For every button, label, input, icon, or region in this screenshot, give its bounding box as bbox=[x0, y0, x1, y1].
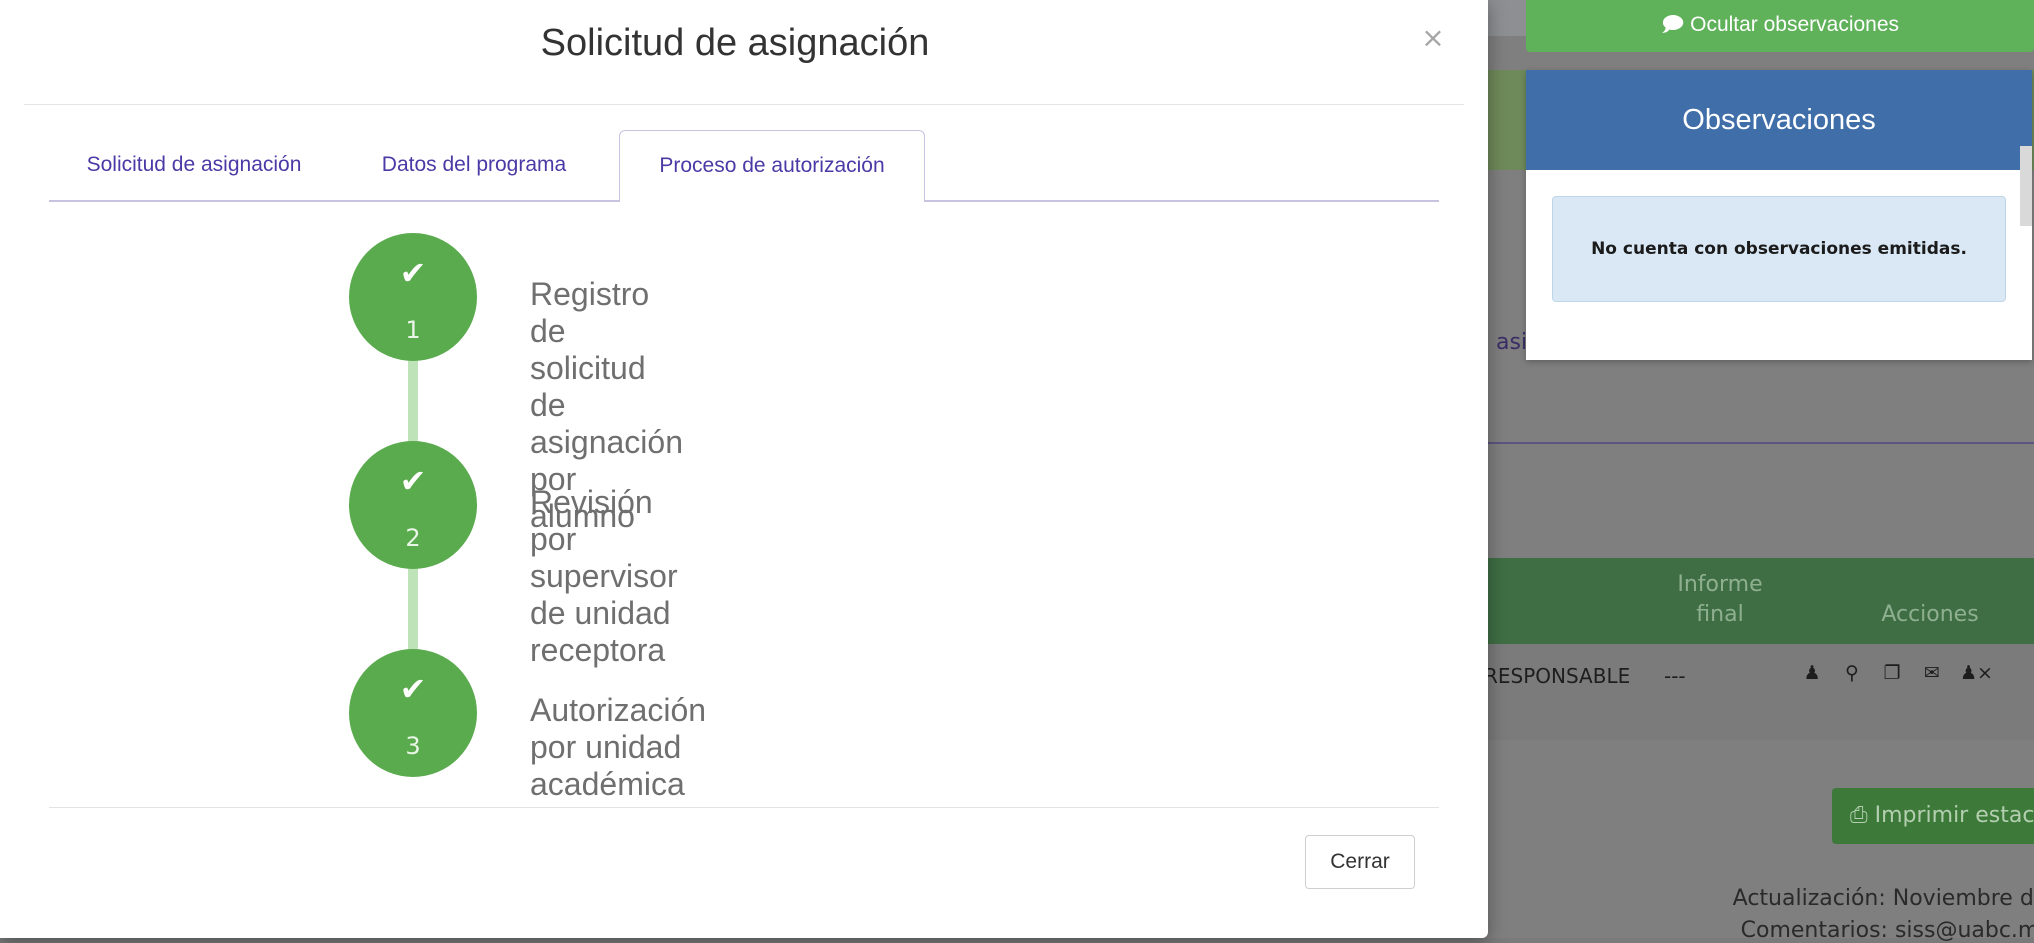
search-icon[interactable]: ⚲ bbox=[1840, 662, 1864, 684]
table-header-acciones: Acciones bbox=[1881, 602, 1979, 627]
background-text-fragment: asi bbox=[1496, 330, 1528, 355]
timeline-connector bbox=[408, 563, 418, 663]
modal-tabs: Solicitud de asignación Datos del progra… bbox=[49, 130, 1439, 202]
user-remove-icon[interactable]: ♟× bbox=[1960, 662, 1993, 684]
step-3-badge: ✔ 3 bbox=[349, 649, 477, 777]
print-button-label: Imprimir estac bbox=[1874, 803, 2034, 828]
assignment-request-modal: Solicitud de asignación × Solicitud de a… bbox=[0, 0, 1488, 938]
modal-title: Solicitud de asignación bbox=[540, 22, 930, 64]
modal-footer-divider bbox=[49, 807, 1439, 808]
footer-comments-text: Comentarios: siss@uabc.m bbox=[1740, 918, 2034, 943]
table-header-informe-final: Informe final bbox=[1677, 572, 1763, 627]
tab-solicitud-de-asignacion[interactable]: Solicitud de asignación bbox=[59, 130, 329, 200]
comments-icon: 🗩 bbox=[1660, 13, 1691, 36]
modal-header-divider bbox=[24, 104, 1464, 105]
step-2-badge: ✔ 2 bbox=[349, 441, 477, 569]
user-icon[interactable]: ♟ bbox=[1800, 662, 1824, 684]
step-number: 2 bbox=[405, 524, 421, 552]
copy-icon[interactable]: ❐ bbox=[1880, 662, 1904, 684]
table-cell-responsable: RESPONSABLE bbox=[1484, 664, 1631, 688]
row-action-icons: ♟ ⚲ ❐ ✉ ♟× bbox=[1800, 662, 1993, 684]
table-row bbox=[1488, 644, 2034, 740]
step-number: 3 bbox=[405, 732, 421, 760]
hide-observations-button[interactable]: 🗩 Ocultar observaciones bbox=[1526, 0, 2034, 52]
check-icon: ✔ bbox=[399, 254, 427, 292]
observations-panel-title: Observaciones bbox=[1526, 70, 2032, 170]
step-number: 1 bbox=[405, 316, 421, 344]
hide-observations-label: Ocultar observaciones bbox=[1690, 13, 1900, 36]
observations-panel: Observaciones No cuenta con observacione… bbox=[1526, 70, 2032, 360]
tab-proceso-de-autorizacion[interactable]: Proceso de autorización bbox=[619, 130, 925, 202]
observations-scrollbar[interactable] bbox=[2020, 146, 2032, 226]
check-icon: ✔ bbox=[399, 462, 427, 500]
close-button[interactable]: Cerrar bbox=[1305, 835, 1415, 889]
step-1-badge: ✔ 1 bbox=[349, 233, 477, 361]
timeline-connector bbox=[408, 355, 418, 455]
background-divider bbox=[1488, 442, 2034, 444]
observations-empty-message: No cuenta con observaciones emitidas. bbox=[1552, 196, 2006, 302]
footer-update-text: Actualización: Noviembre de bbox=[1732, 886, 2034, 911]
print-icon: ⎙ bbox=[1850, 803, 1875, 828]
comments-icon[interactable]: ✉ bbox=[1920, 662, 1944, 684]
check-icon: ✔ bbox=[399, 670, 427, 708]
step-3-label: Autorización por unidad académica bbox=[530, 692, 707, 802]
tab-datos-del-programa[interactable]: Datos del programa bbox=[359, 130, 589, 200]
table-cell-informe: --- bbox=[1664, 664, 1686, 688]
close-icon[interactable]: × bbox=[1418, 20, 1448, 56]
step-2-label: Revisión por supervisor de unidad recept… bbox=[530, 484, 678, 668]
print-button[interactable]: ⎙ Imprimir estac bbox=[1832, 788, 2034, 844]
